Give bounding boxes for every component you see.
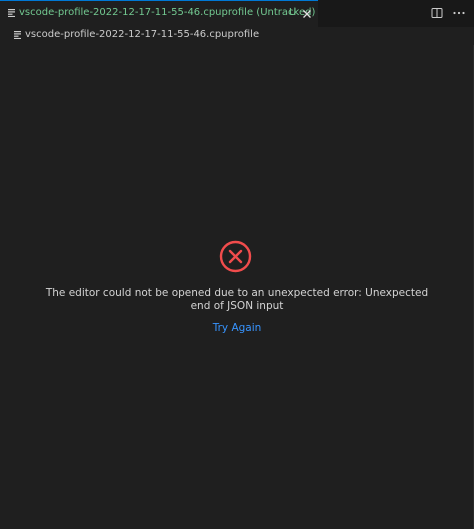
- tab-label: vscode-profile-2022-12-17-11-55-46.cpupr…: [19, 7, 316, 18]
- more-actions-icon[interactable]: [452, 7, 466, 19]
- tab-strip: vscode-profile-2022-12-17-11-55-46.cpupr…: [0, 0, 474, 27]
- close-icon[interactable]: [301, 8, 313, 20]
- editor-tab[interactable]: vscode-profile-2022-12-17-11-55-46.cpupr…: [0, 0, 318, 27]
- try-again-link[interactable]: Try Again: [187, 322, 287, 334]
- breadcrumb-file-item[interactable]: vscode-profile-2022-12-17-11-55-46.cpupr…: [25, 29, 259, 40]
- split-editor-icon[interactable]: [431, 7, 443, 19]
- error-circle-x-icon: [219, 240, 252, 273]
- tab-git-status: U: [289, 7, 297, 18]
- error-message: The editor could not be opened due to an…: [40, 287, 434, 313]
- lines-file-icon: [8, 9, 15, 17]
- error-message-line: end of JSON input: [190, 300, 284, 312]
- lines-file-icon: [14, 31, 21, 39]
- error-message-line: The editor could not be opened due to an…: [45, 287, 429, 299]
- editor-window: vscode-profile-2022-12-17-11-55-46.cpupr…: [0, 0, 474, 529]
- breadcrumb: vscode-profile-2022-12-17-11-55-46.cpupr…: [0, 27, 474, 45]
